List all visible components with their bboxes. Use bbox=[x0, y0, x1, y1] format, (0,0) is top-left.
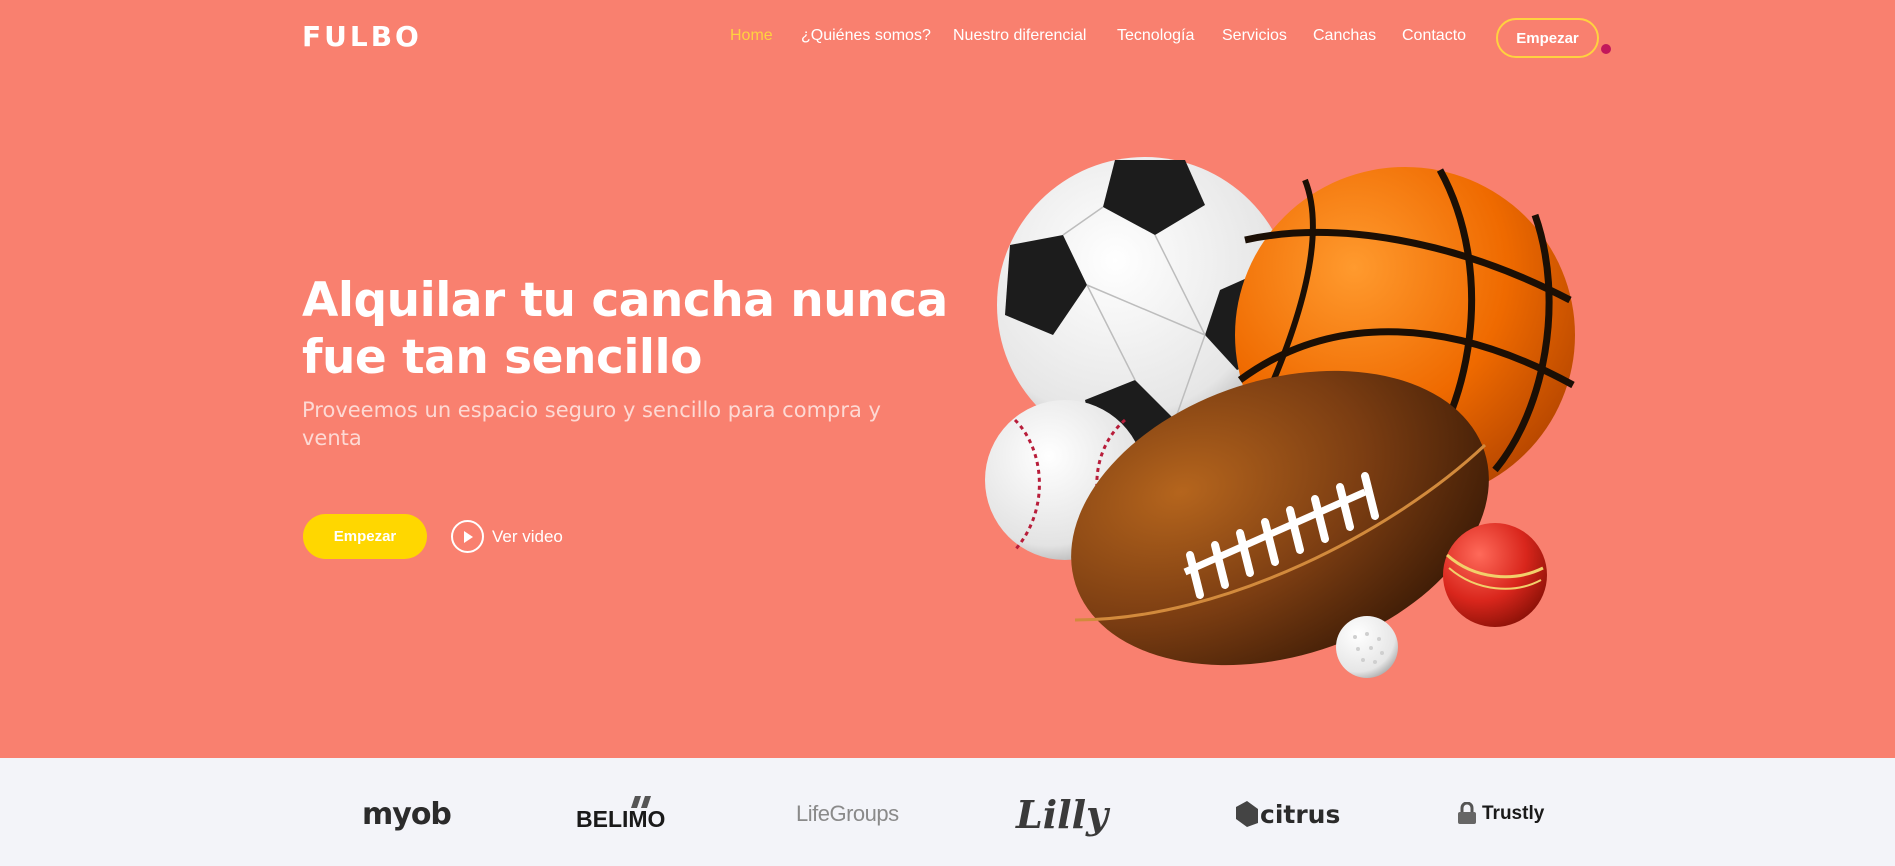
nav-link-contacto[interactable]: Contacto bbox=[1402, 27, 1466, 45]
nav-link-nuestro-diferencial[interactable]: Nuestro diferencial bbox=[953, 27, 1086, 45]
nav-link-servicios[interactable]: Servicios bbox=[1222, 27, 1287, 45]
client-logo-lilly: Lilly bbox=[1016, 791, 1109, 837]
client-logo-trustly: Trustly bbox=[1456, 792, 1544, 836]
site-logo[interactable]: FULBO bbox=[302, 20, 422, 53]
client-logo-citrus: citrus bbox=[1236, 792, 1340, 836]
hero-section: FULBO Home ¿Quiénes somos? Nuestro difer… bbox=[0, 0, 1895, 758]
cricket-ball-icon bbox=[1443, 523, 1547, 627]
nav-link-canchas[interactable]: Canchas bbox=[1313, 27, 1376, 45]
hero-start-button[interactable]: Empezar bbox=[303, 514, 427, 559]
header-start-button[interactable]: Empezar bbox=[1496, 18, 1599, 58]
golf-ball-icon bbox=[1336, 616, 1398, 678]
notification-dot bbox=[1601, 44, 1611, 54]
client-logos: myob BELIMO LifeGroups Lilly citrus Trus… bbox=[0, 758, 1895, 866]
hero-subtitle: Proveemos un espacio seguro y sencillo p… bbox=[302, 398, 881, 450]
nav-link-tecnologia[interactable]: Tecnología bbox=[1117, 27, 1194, 45]
client-logo-myob: myob bbox=[362, 796, 452, 832]
watch-video-label: Ver video bbox=[492, 526, 563, 546]
watch-video-link[interactable]: Ver video bbox=[451, 520, 563, 553]
client-logo-belimo: BELIMO bbox=[576, 792, 665, 836]
hero-title: Alquilar tu cancha nunca fue tan sencill… bbox=[302, 273, 948, 385]
nav-link-home[interactable]: Home bbox=[730, 27, 773, 45]
top-navigation: FULBO Home ¿Quiénes somos? Nuestro difer… bbox=[0, 0, 1895, 78]
nav-link-quienes-somos[interactable]: ¿Quiénes somos? bbox=[801, 27, 931, 45]
sports-balls-illustration bbox=[975, 150, 1590, 690]
play-icon bbox=[451, 520, 484, 553]
client-logo-lifegroups: LifeGroups bbox=[796, 801, 899, 826]
